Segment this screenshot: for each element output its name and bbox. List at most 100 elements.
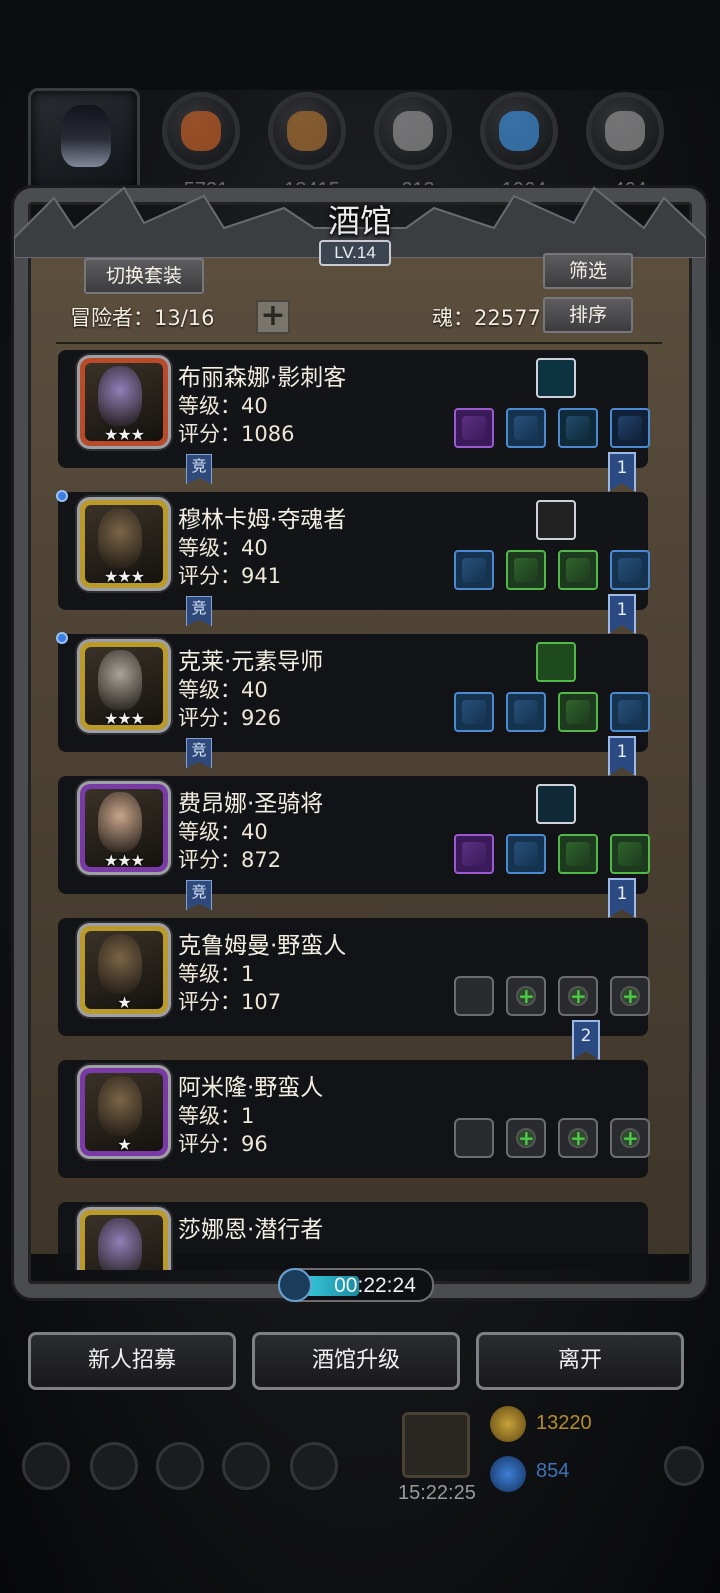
hero-avatar[interactable]: ★★★	[80, 358, 168, 446]
ring-icon[interactable]	[558, 408, 598, 448]
crystal-icon-glyph	[499, 111, 539, 151]
hero-name: 克莱·元素导师	[178, 649, 324, 675]
star-rating: ★	[117, 993, 131, 1012]
steel-icon[interactable]: 464	[586, 92, 664, 201]
scroll-icon[interactable]	[536, 642, 576, 682]
accessory-slot-icon[interactable]: +	[558, 1118, 598, 1158]
gauntlet-icon[interactable]	[536, 500, 576, 540]
armor-slot-icon[interactable]: +	[506, 976, 546, 1016]
hero-level: 等级：40	[178, 536, 268, 560]
filter-button[interactable]: 筛选	[543, 253, 633, 289]
hero-card[interactable]: ★★★ 费昂娜·圣骑将 等级：40 评分：872 竞 1	[58, 776, 650, 918]
gift-box-icon[interactable]	[402, 1412, 470, 1478]
meat-icon-glyph	[181, 111, 221, 151]
team-flag: 1	[608, 736, 636, 776]
hero-avatar[interactable]: ★	[80, 1068, 168, 1156]
star-rating: ★★★	[103, 851, 145, 870]
hammer-icon[interactable]	[454, 834, 494, 874]
add-adventurer-button[interactable]: +	[256, 300, 290, 334]
hero-card[interactable]: 莎娜恩·潜行者	[58, 1202, 648, 1270]
iron-icon-glyph	[393, 111, 433, 151]
gauntlet-icon[interactable]	[610, 692, 650, 732]
meat-icon[interactable]: 5731	[162, 92, 240, 201]
hero-avatar[interactable]	[80, 1210, 168, 1270]
top-band	[0, 0, 720, 90]
axe-icon[interactable]	[454, 550, 494, 590]
star-rating: ★★★	[103, 709, 145, 728]
hero-list[interactable]: ★★★ 布丽森娜·影刺客 等级：40 评分：1086 竞 1 ★★★ 穆林卡姆·夺魂者 等级：4…	[40, 350, 680, 1270]
weapon-slot-icon[interactable]	[454, 1118, 494, 1158]
chest-icon[interactable]	[558, 692, 598, 732]
accessory-slot-icon[interactable]: +	[610, 1118, 650, 1158]
gauntlet-icon[interactable]	[558, 834, 598, 874]
team-flag: 1	[608, 594, 636, 634]
hero-avatar[interactable]: ★★★	[80, 784, 168, 872]
hero-card[interactable]: ★★★ 穆林卡姆·夺魂者 等级：40 评分：941 竞 1	[56, 490, 650, 634]
rank-icon[interactable]	[290, 1442, 338, 1490]
add-currency-icon[interactable]	[664, 1446, 704, 1486]
wand-icon[interactable]	[454, 692, 494, 732]
armor-slot-icon[interactable]: +	[506, 1118, 546, 1158]
weapon-slot-icon[interactable]	[454, 976, 494, 1016]
ring-icon[interactable]	[610, 834, 650, 874]
hero-score: 评分：96	[178, 1132, 268, 1156]
achievement-icon[interactable]	[90, 1442, 138, 1490]
armor-icon[interactable]	[506, 408, 546, 448]
iron-icon[interactable]: 213	[374, 92, 452, 201]
armor-icon[interactable]	[506, 834, 546, 874]
armor-icon[interactable]	[506, 692, 546, 732]
team-flag: 2	[572, 1020, 600, 1060]
steel-icon-glyph	[605, 111, 645, 151]
clock-icon	[278, 1268, 312, 1302]
ring-icon-glyph	[566, 416, 590, 440]
sort-button[interactable]: 排序	[543, 297, 633, 333]
glove-icon[interactable]	[536, 784, 576, 824]
team-flag: 1	[608, 452, 636, 492]
hero-score: 评分：872	[178, 848, 282, 872]
add-equipment-icon: +	[568, 984, 588, 1008]
mail-icon[interactable]	[222, 1442, 270, 1490]
guild-icon[interactable]	[156, 1442, 204, 1490]
gem-icon	[490, 1456, 526, 1492]
add-equipment-icon: +	[620, 1126, 640, 1150]
hero-avatar[interactable]: ★	[80, 926, 168, 1014]
notification-dot	[56, 632, 68, 644]
switch-outfit-button[interactable]: 切换套装	[84, 258, 204, 294]
tavern-title: 酒馆	[327, 202, 392, 240]
armor-icon-glyph	[514, 558, 538, 582]
hero-name: 克鲁姆曼·野蛮人	[178, 933, 347, 959]
hero-face-icon	[98, 1076, 142, 1136]
arena-badge: 竞	[186, 738, 212, 768]
wood-icon[interactable]: 18415	[268, 92, 346, 201]
horn-icon[interactable]	[610, 408, 650, 448]
add-equipment-icon: +	[568, 1126, 588, 1150]
gold-amount: 13220	[536, 1412, 592, 1434]
accessory-slot-icon[interactable]: +	[610, 976, 650, 1016]
hero-card[interactable]: ★ 克鲁姆曼·野蛮人 等级：1 评分：107 + + +2	[58, 918, 650, 1060]
crystal-icon[interactable]: 1964	[480, 92, 558, 201]
chest-icon[interactable]	[558, 550, 598, 590]
ring-icon[interactable]	[610, 550, 650, 590]
hero-level: 等级：40	[178, 394, 268, 418]
armor-icon[interactable]	[506, 550, 546, 590]
hero-card[interactable]: ★★★ 布丽森娜·影刺客 等级：40 评分：1086 竞 1	[58, 350, 650, 492]
hero-card[interactable]: ★★★ 克莱·元素导师 等级：40 评分：926 竞 1	[56, 632, 650, 776]
header-divider	[56, 342, 662, 344]
hero-level: 等级：40	[178, 820, 268, 844]
leave-button[interactable]: 离开	[476, 1332, 684, 1390]
hero-face-icon	[98, 1218, 142, 1270]
accessory-slot-icon[interactable]: +	[558, 976, 598, 1016]
hero-level: 等级：1	[178, 1104, 255, 1128]
hero-avatar[interactable]: ★★★	[80, 500, 168, 588]
arena-badge: 竞	[186, 596, 212, 626]
hero-score: 评分：941	[178, 564, 282, 588]
star-rating: ★	[117, 1135, 131, 1154]
recruit-button[interactable]: 新人招募	[28, 1332, 236, 1390]
hero-card[interactable]: ★ 阿米隆·野蛮人 等级：1 评分：96 + + +	[58, 1060, 650, 1178]
gem-icon[interactable]	[536, 358, 576, 398]
upgrade-tavern-button[interactable]: 酒馆升级	[252, 1332, 460, 1390]
hero-face-icon	[98, 650, 142, 710]
settings-icon[interactable]	[22, 1442, 70, 1490]
dagger-icon[interactable]	[454, 408, 494, 448]
hero-avatar[interactable]: ★★★	[80, 642, 168, 730]
